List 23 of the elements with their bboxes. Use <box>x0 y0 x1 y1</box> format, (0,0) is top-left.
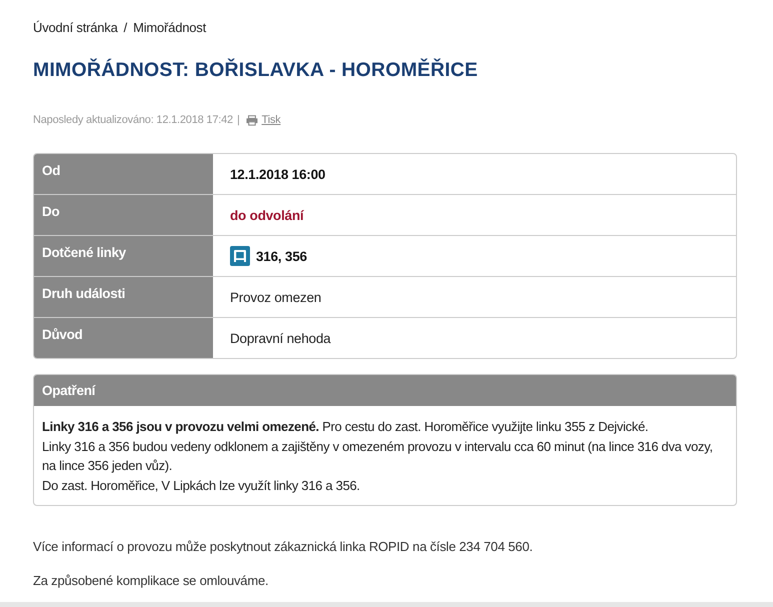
meta-separator: | <box>236 113 240 128</box>
breadcrumb-link[interactable]: Úvodní stránka <box>33 18 118 38</box>
print-link[interactable]: Tisk <box>262 112 281 128</box>
detail-value: 12.1.2018 16:00 <box>230 166 326 182</box>
detail-value: Dopravní nehoda <box>230 330 331 346</box>
detail-label: Od <box>34 154 212 194</box>
detail-value: 316, 356 <box>256 248 307 264</box>
detail-value: Provoz omezen <box>230 290 322 304</box>
printer-icon[interactable] <box>246 114 258 126</box>
measures-text: Linky 316 a 356 jsou v provozu velmi omezené. Pro cestu do zast. Horoměřice využijte linku 355 z Dejvické. Linky 316 a 356 budou vedeny odklonem a zajištěny v omezeném provozu v intervalu cca 60 minut (na lince 316 dva vozy, na lince 356 jeden vůz). Do zast. Horoměřice, V Lipkách lze využít linky 316 a 356. <box>41 418 714 495</box>
detail-value: do odvolání <box>230 208 304 222</box>
detail-label: Do <box>34 195 212 235</box>
detail-label: Důvod <box>34 318 212 358</box>
breadcrumb-link[interactable]: Mimořádnost <box>133 18 206 38</box>
info-note: Více informací o provozu může poskytnout zákaznická linka ROPID na čísle 234 704 560. <box>33 538 534 556</box>
detail-label: Druh události <box>34 277 212 317</box>
bus-icon <box>230 246 250 266</box>
last-updated-text: Naposledy aktualizováno: 12.1.2018 17:42 <box>33 113 233 128</box>
info-note: Za způsobené komplikace se omlouváme. <box>33 572 270 590</box>
detail-label: Dotčené linky <box>34 236 212 276</box>
measures-heading: Opatření <box>34 375 736 406</box>
page-title: MIMOŘÁDNOST: BOŘISLAVKA - HOROMĚŘICE <box>33 58 479 83</box>
breadcrumb-separator: / <box>124 19 128 37</box>
